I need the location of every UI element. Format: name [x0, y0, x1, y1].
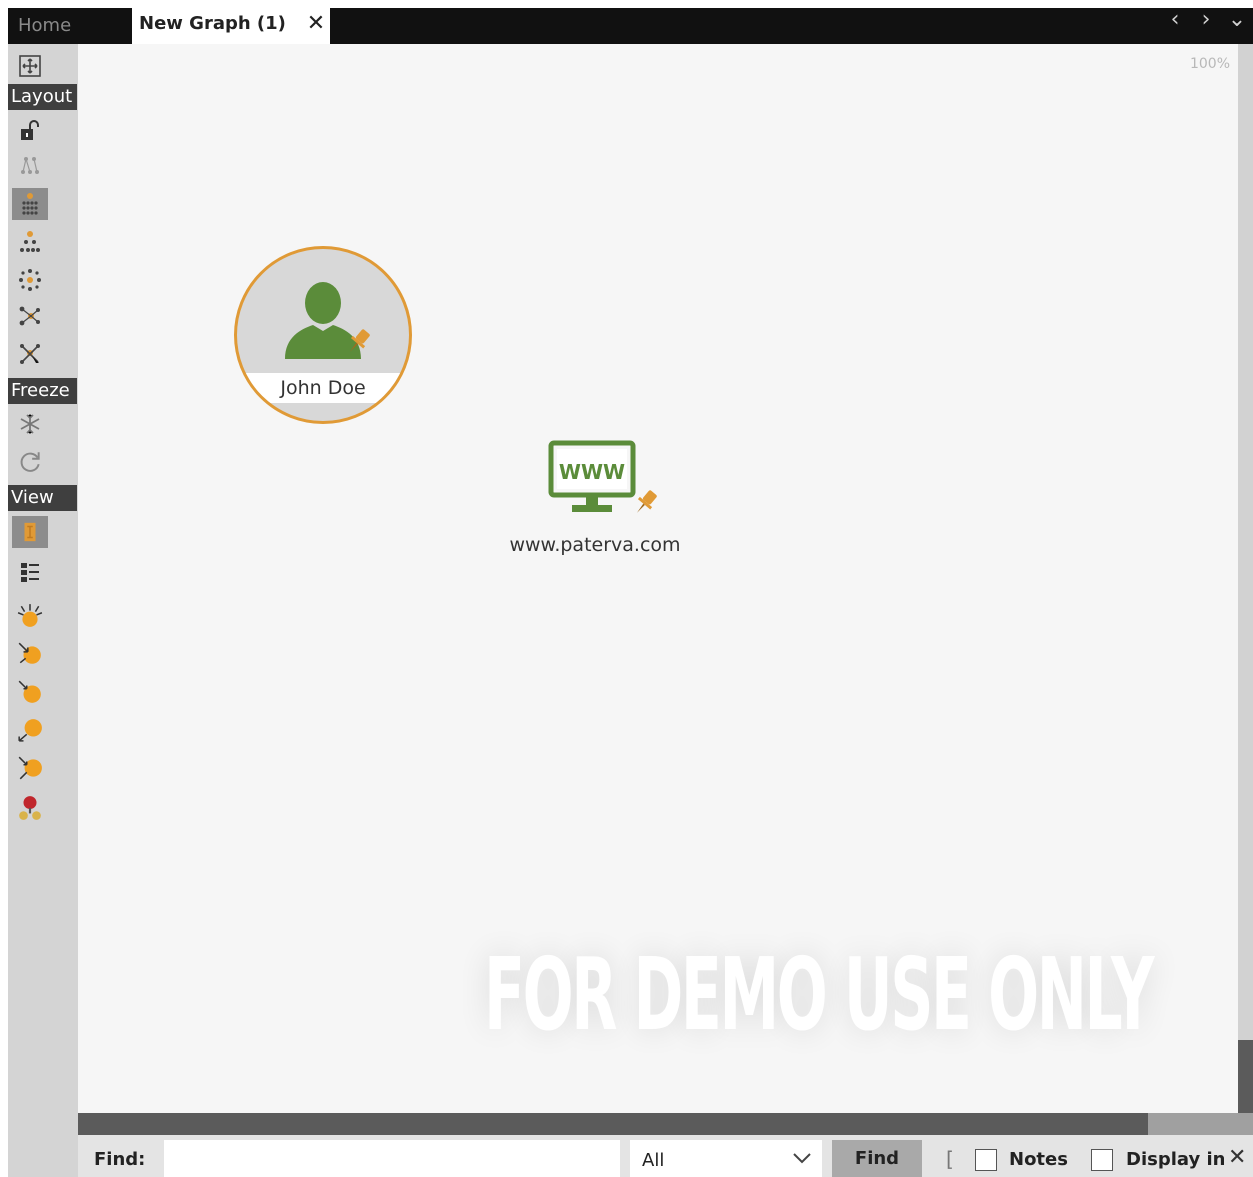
chevron-down-icon [792, 1148, 812, 1173]
horizontal-scrollbar[interactable] [78, 1113, 1253, 1135]
display-in-checkbox[interactable] [1091, 1149, 1113, 1171]
horizontal-scrollbar-thumb[interactable] [1148, 1113, 1253, 1135]
node-both-icon[interactable] [12, 752, 48, 784]
view-list-icon[interactable] [12, 556, 48, 588]
layout-interactive-icon[interactable] [12, 338, 48, 370]
node-incoming-icon[interactable] [12, 638, 48, 670]
vertical-scrollbar-thumb[interactable] [1238, 1040, 1253, 1113]
layout-organic-icon[interactable] [12, 300, 48, 332]
find-bar: Find: All Find [ Notes Display in ✕ [78, 1135, 1253, 1177]
entity-website[interactable]: WWW [548, 440, 668, 524]
website-icon-text: WWW [559, 460, 625, 484]
node-outgoing-icon[interactable] [12, 676, 48, 708]
layout-grid-icon[interactable] [12, 188, 48, 220]
layout-hierarchical-icon[interactable] [12, 226, 48, 258]
graph-toolbar: Layout Freeze View [8, 44, 78, 1177]
tab-navigation: ‹ › ⌄ [1161, 8, 1247, 36]
tab-home[interactable]: Home [8, 8, 124, 44]
tab-new-graph[interactable]: New Graph (1) ✕ [132, 8, 330, 44]
notes-checkbox-label: Notes [1009, 1149, 1068, 1170]
fit-to-screen-icon[interactable] [12, 50, 48, 82]
freeze-icon[interactable] [12, 408, 48, 440]
display-in-checkbox-label: Display in [1126, 1149, 1224, 1170]
zoom-level: 100% [1189, 56, 1230, 72]
find-button[interactable]: Find [832, 1140, 922, 1177]
layout-section-label: Layout [8, 84, 77, 110]
find-input[interactable] [164, 1140, 620, 1177]
view-section-label: View [8, 485, 77, 511]
layout-block-icon[interactable] [12, 150, 48, 182]
bracket-glyph: [ [946, 1147, 954, 1171]
tab-list-icon[interactable]: ⌄ [1227, 8, 1247, 32]
layout-circular-icon[interactable] [12, 264, 48, 296]
entity-website-label: www.paterva.com [509, 534, 681, 556]
view-main-icon[interactable] [12, 516, 48, 548]
find-label: Find: [94, 1149, 146, 1170]
node-size-rank-icon[interactable] [12, 600, 48, 632]
find-filter-value: All [642, 1150, 665, 1171]
unlock-icon[interactable] [12, 114, 48, 146]
tab-new-graph-label: New Graph (1) [139, 13, 286, 34]
notes-checkbox[interactable] [975, 1149, 997, 1171]
freeze-section-label: Freeze [8, 378, 77, 404]
person-icon [285, 282, 370, 359]
website-icon: WWW [548, 440, 657, 513]
entity-person[interactable]: John Doe [234, 246, 412, 424]
close-tab-icon[interactable]: ✕ [304, 8, 328, 40]
refresh-icon[interactable] [12, 446, 48, 478]
entity-person-label: John Doe [237, 373, 409, 403]
tab-bar: Home New Graph (1) ✕ ‹ › ⌄ [8, 8, 1253, 44]
close-find-bar-icon[interactable]: ✕ [1228, 1145, 1246, 1170]
previous-tab-icon[interactable]: ‹ [1165, 8, 1185, 32]
demo-watermark: FOR DEMO USE ONLY [484, 936, 1154, 1053]
vertical-scrollbar[interactable] [1238, 44, 1253, 1113]
find-filter-select[interactable]: All [630, 1140, 822, 1177]
entity-color-icon[interactable] [12, 792, 48, 824]
next-tab-icon[interactable]: › [1196, 8, 1216, 32]
node-links-icon[interactable] [12, 714, 48, 746]
